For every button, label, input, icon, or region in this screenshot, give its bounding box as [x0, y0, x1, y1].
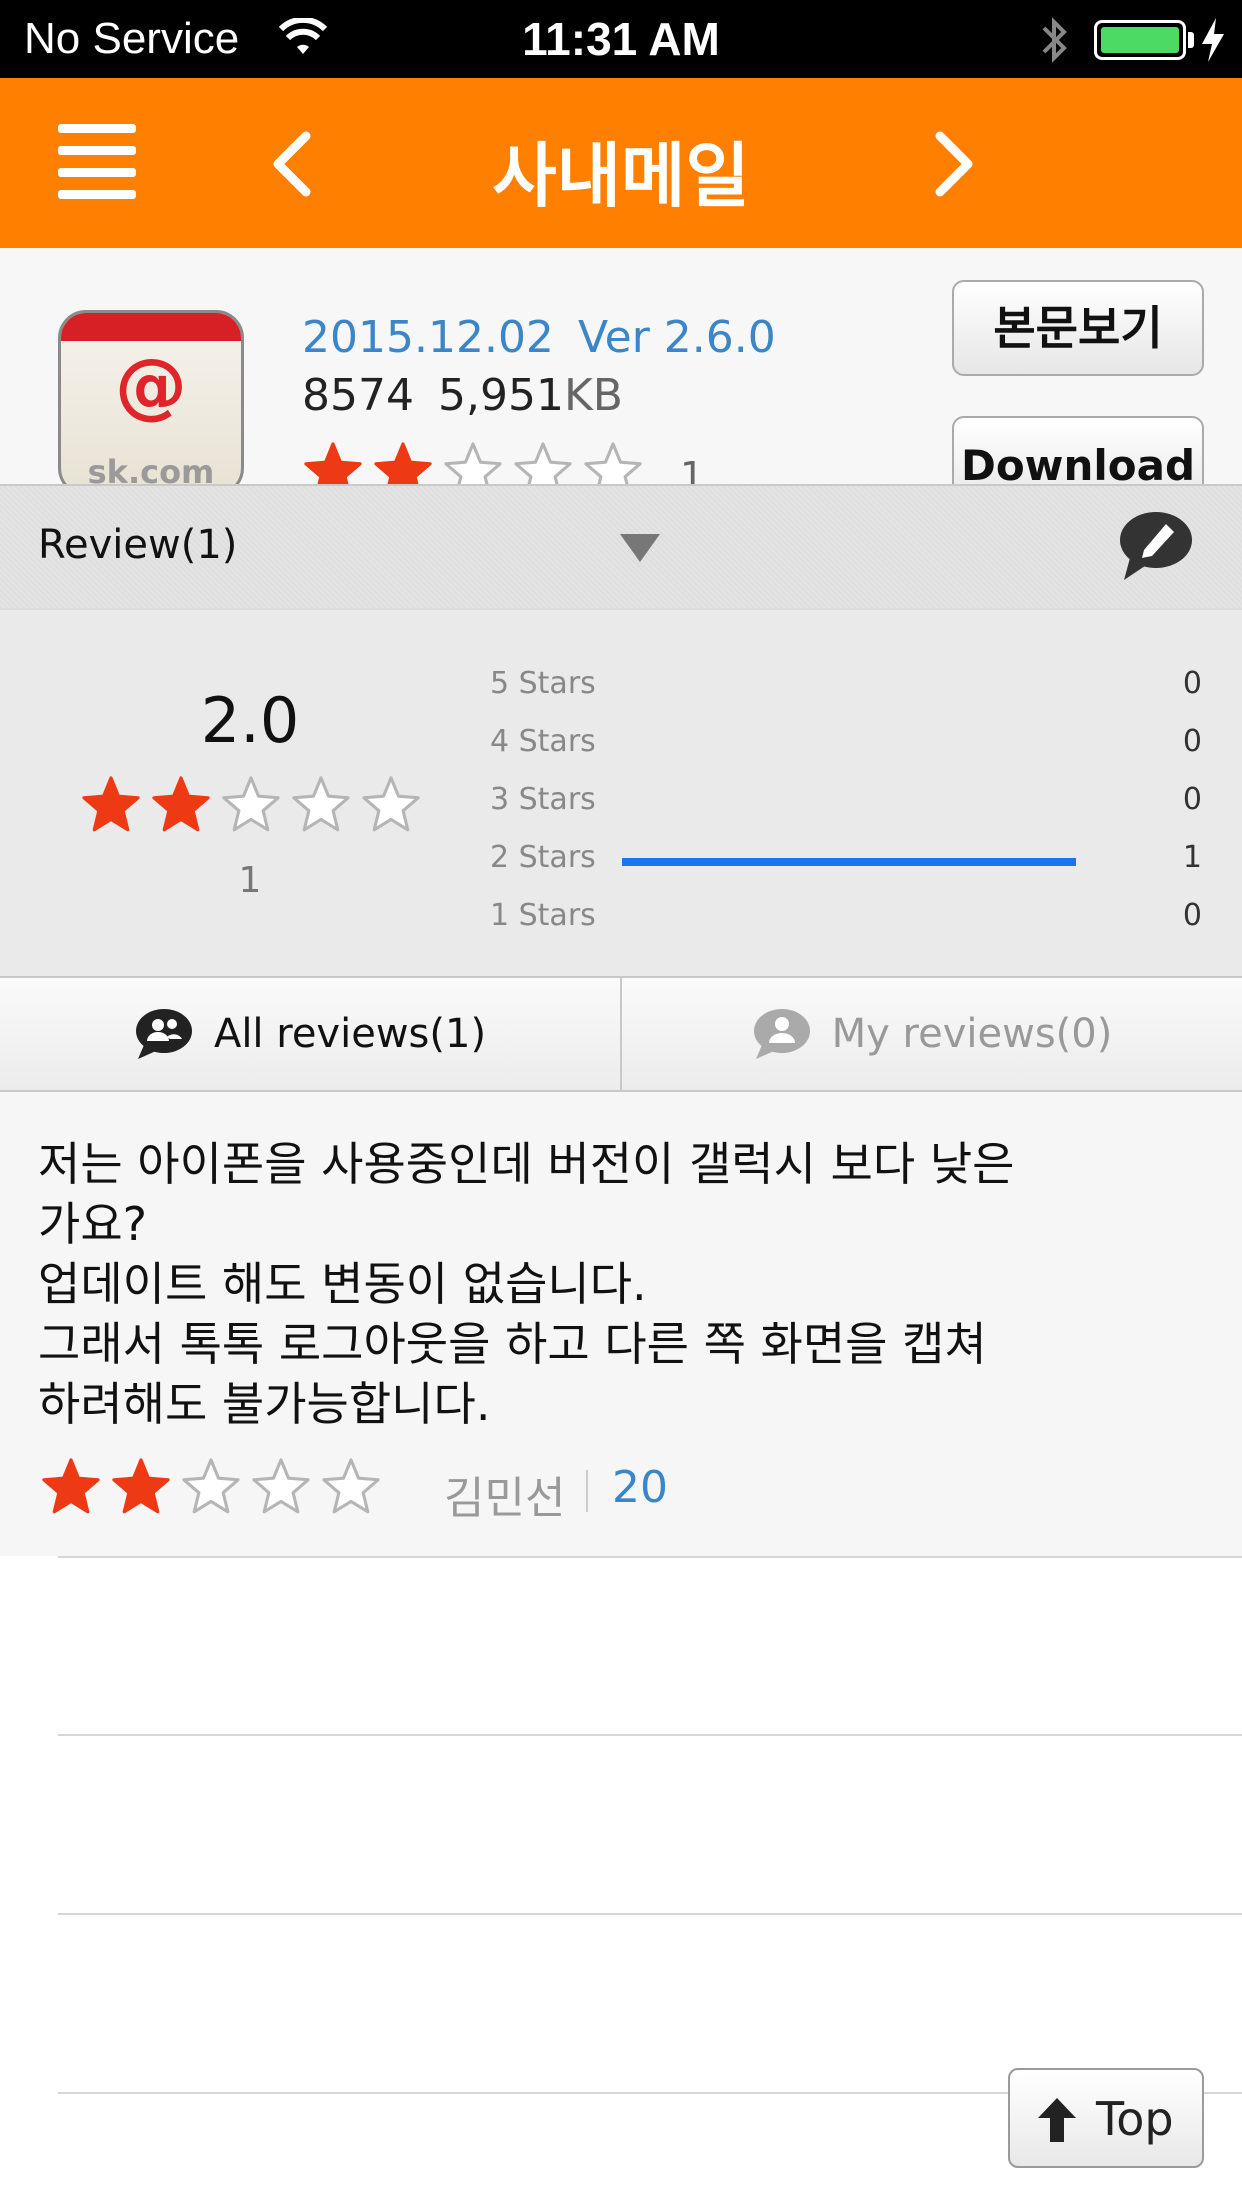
scroll-top-button[interactable]: Top	[1008, 2068, 1204, 2168]
review-author: 김민선	[444, 1473, 566, 1524]
tab-all-reviews[interactable]: All reviews(1)	[0, 978, 620, 1090]
star-filled-icon	[82, 776, 140, 832]
star-empty-icon	[584, 442, 642, 484]
star-empty-icon	[182, 1458, 240, 1514]
star-empty-icon	[444, 442, 502, 484]
app-icon-brand: sk.com	[87, 453, 215, 484]
charging-icon	[1202, 18, 1224, 62]
distribution-label: 3 Stars	[490, 782, 596, 817]
top-button-label: Top	[1096, 2092, 1174, 2146]
tab-label: My reviews(0)	[831, 1011, 1113, 1057]
star-empty-icon	[292, 776, 350, 832]
rating-total: 1	[238, 860, 262, 901]
list-divider	[58, 1913, 1242, 1915]
star-empty-icon	[514, 442, 572, 484]
star-filled-icon	[374, 442, 432, 484]
distribution-row-5: 5 Stars 0	[490, 660, 1202, 710]
status-bar: No Service 11:31 AM	[0, 0, 1242, 78]
distribution-count: 1	[1182, 840, 1202, 875]
tab-label: All reviews(1)	[213, 1011, 487, 1057]
app-size: 5,951	[437, 370, 564, 421]
star-filled-icon	[42, 1458, 100, 1514]
distribution-row-3: 3 Stars 0	[490, 776, 1202, 826]
distribution-count: 0	[1182, 724, 1202, 759]
distribution-label: 2 Stars	[490, 840, 596, 875]
app-icon: @ sk.com	[58, 310, 244, 484]
distribution-label: 5 Stars	[490, 666, 596, 701]
app-stats: 8574 5,951KB	[302, 370, 623, 421]
battery-icon	[1094, 20, 1186, 60]
review-number: 20	[612, 1462, 668, 1513]
average-rating: 2.0	[200, 684, 300, 757]
distribution-bar	[622, 858, 1076, 866]
star-filled-icon	[152, 776, 210, 832]
page-title: 사내메일	[492, 135, 750, 217]
view-content-button[interactable]: 본문보기	[952, 280, 1204, 376]
average-rating-stars	[80, 774, 422, 836]
distribution-label: 4 Stars	[490, 724, 596, 759]
app-size-unit: KB	[563, 370, 623, 421]
star-filled-icon	[112, 1458, 170, 1514]
my-reviews-icon	[753, 1009, 810, 1059]
rating-summary: 2.0 1 5 Stars 0 4 Stars 0 3 Stars 0 2 St…	[0, 608, 1242, 976]
review-text: 저는 아이폰을 사용중인데 버전이 갤럭시 보다 낮은 가요? 업데이트 해도 …	[38, 1137, 1015, 1431]
list-divider	[58, 1734, 1242, 1736]
all-reviews-icon	[135, 1009, 192, 1059]
star-filled-icon	[304, 442, 362, 484]
review-tabs: All reviews(1) My reviews(0)	[0, 976, 1242, 1092]
star-empty-icon	[322, 1458, 380, 1514]
review-count-label: Review(1)	[38, 522, 238, 568]
distribution-count: 0	[1182, 782, 1202, 817]
at-sign: @	[115, 343, 187, 427]
write-review-icon[interactable]	[1114, 508, 1194, 584]
app-rating-count: 1	[680, 454, 705, 484]
tab-my-reviews[interactable]: My reviews(0)	[620, 978, 1242, 1090]
download-count: 8574	[302, 370, 414, 421]
distribution-row-4: 4 Stars 0	[490, 718, 1202, 768]
app-release-info: 2015.12.02 Ver 2.6.0	[302, 312, 776, 363]
star-empty-icon	[252, 1458, 310, 1514]
distribution-count: 0	[1182, 898, 1202, 933]
review-stars	[40, 1456, 382, 1518]
app-info-panel: @ sk.com 2015.12.02 Ver 2.6.0 8574 5,951KB…	[0, 248, 1242, 484]
star-empty-icon	[362, 776, 420, 832]
distribution-row-1: 1 Stars 0	[490, 892, 1202, 942]
chevron-right-icon[interactable]	[924, 128, 984, 200]
app-header: 사내메일	[0, 78, 1242, 248]
divider	[586, 1470, 588, 1512]
app-rating-stars	[302, 440, 644, 484]
release-date: 2015.12.02	[302, 312, 554, 363]
bluetooth-icon	[1042, 17, 1067, 63]
review-item[interactable]: 저는 아이폰을 사용중인데 버전이 갤럭시 보다 낮은 가요? 업데이트 해도 …	[0, 1092, 1242, 1556]
distribution-row-2: 2 Stars 1	[490, 834, 1202, 884]
distribution-label: 1 Stars	[490, 898, 596, 933]
download-button[interactable]: Download	[952, 416, 1204, 484]
review-header-bar: Review(1)	[0, 484, 1242, 608]
distribution-count: 0	[1182, 666, 1202, 701]
dropdown-triangle-icon[interactable]	[618, 530, 662, 566]
app-version: Ver 2.6.0	[577, 312, 776, 363]
list-divider	[58, 1556, 1242, 1558]
star-empty-icon	[222, 776, 280, 832]
arrow-up-icon	[1038, 2098, 1076, 2142]
